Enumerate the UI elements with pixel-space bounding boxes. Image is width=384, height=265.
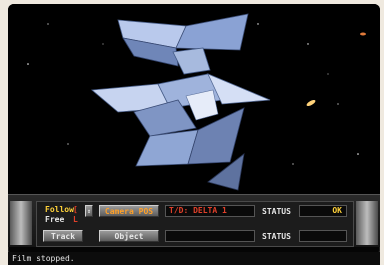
status-label-2: STATUS [262, 232, 291, 241]
status-message: Film stopped. [12, 254, 75, 263]
follow-option[interactable]: Follow [45, 205, 74, 214]
control-console: Follow [ Free L Track ⇕ Camera POS Objec… [8, 194, 380, 247]
distant-ship-icon [360, 32, 366, 36]
target-display: T/D: DELTA 1 [165, 205, 255, 217]
debris-object [306, 99, 316, 107]
space-viewport[interactable] [8, 4, 380, 194]
monitor-screen: Follow [ Free L Track ⇕ Camera POS Objec… [8, 4, 380, 256]
console-pillar-left [10, 201, 32, 245]
camera-pos-button[interactable]: Camera POS [99, 205, 159, 217]
track-button[interactable]: Track [43, 230, 83, 242]
object-button[interactable]: Object [99, 230, 159, 242]
status-label-1: STATUS [262, 207, 291, 216]
status-value-1: OK [299, 205, 347, 217]
starship-model [91, 13, 271, 191]
console-pillar-right [356, 201, 378, 245]
follow-indicator-icon: [ [73, 205, 78, 214]
message-bar: Film stopped. [8, 252, 380, 265]
console-panel: Follow [ Free L Track ⇕ Camera POS Objec… [36, 201, 354, 247]
free-option[interactable]: Free [45, 215, 64, 224]
free-indicator-icon: L [73, 215, 78, 224]
mode-toggle[interactable]: ⇕ [85, 205, 93, 217]
photo-frame: Follow [ Free L Track ⇕ Camera POS Objec… [0, 0, 384, 265]
status-value-2 [299, 230, 347, 242]
target-display-secondary [165, 230, 255, 242]
starfield [27, 13, 366, 191]
